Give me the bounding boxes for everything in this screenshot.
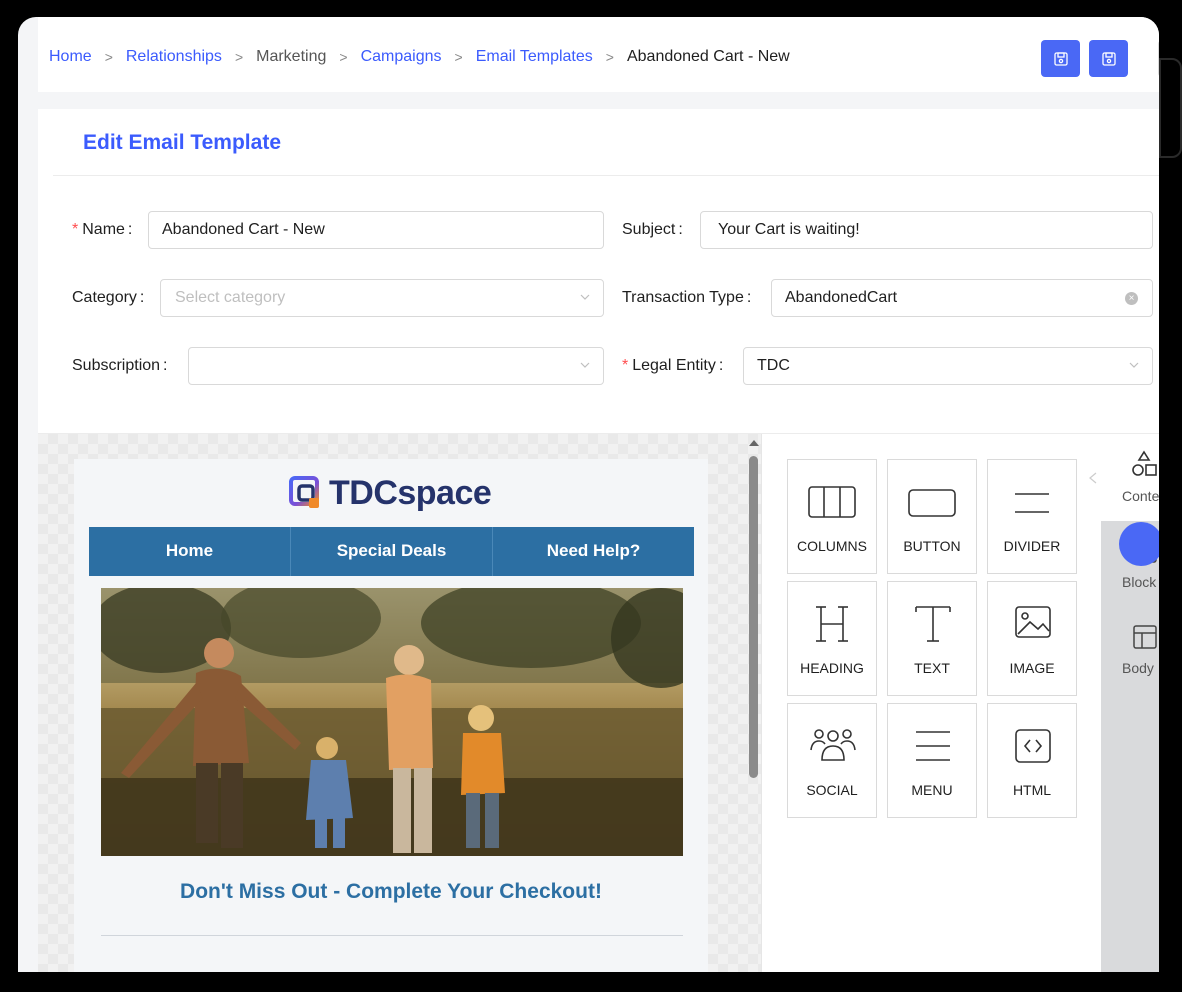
help-chat-button[interactable] bbox=[1119, 522, 1159, 566]
subscription-select[interactable] bbox=[188, 347, 604, 385]
email-body[interactable]: TDCspace Home Special Deals Need Help? D… bbox=[74, 459, 708, 972]
chevron-down-icon bbox=[580, 294, 590, 300]
edit-template-card: Edit Email Template * Name: Abandoned Car… bbox=[38, 109, 1159, 972]
transaction-type-select[interactable]: AbandonedCart × bbox=[771, 279, 1153, 317]
rail-tab-content[interactable]: Conte bbox=[1101, 434, 1159, 521]
subject-field[interactable]: Your Cart is waiting! bbox=[700, 211, 1153, 249]
save-icon bbox=[1101, 51, 1116, 66]
tool-social[interactable]: SOCIAL bbox=[787, 703, 877, 818]
transaction-type-label: Transaction Type: bbox=[622, 289, 752, 306]
rail-label-content: Conte bbox=[1122, 488, 1159, 504]
tool-image[interactable]: IMAGE bbox=[987, 581, 1077, 696]
menu-icon bbox=[916, 731, 950, 761]
email-editor: TDCspace Home Special Deals Need Help? D… bbox=[38, 433, 1159, 972]
chevron-left-icon[interactable] bbox=[1087, 472, 1099, 484]
email-logo[interactable]: TDCspace bbox=[287, 471, 492, 515]
editor-side-rail: Conte Block Body bbox=[1101, 434, 1159, 972]
save-as-button[interactable] bbox=[1089, 40, 1128, 77]
breadcrumb-separator: > bbox=[339, 49, 348, 65]
breadcrumb-current: Abandoned Cart - New bbox=[626, 48, 790, 65]
app-screen: Home > Relationships > Marketing > Campa… bbox=[18, 17, 1159, 972]
button-icon bbox=[908, 489, 956, 517]
page-title: Edit Email Template bbox=[83, 131, 281, 154]
subject-label: Subject: bbox=[622, 221, 683, 238]
tool-columns[interactable]: COLUMNS bbox=[787, 459, 877, 574]
breadcrumb-home[interactable]: Home bbox=[49, 48, 92, 66]
transaction-type-value: AbandonedCart bbox=[785, 289, 898, 306]
required-mark: * bbox=[72, 221, 79, 238]
heading-icon bbox=[816, 606, 848, 642]
tool-label: SOCIAL bbox=[806, 782, 858, 798]
text-icon bbox=[915, 606, 951, 642]
social-icon bbox=[810, 729, 856, 761]
logo-icon bbox=[289, 476, 319, 508]
email-nav-menu[interactable]: Home Special Deals Need Help? bbox=[89, 527, 694, 576]
email-headline[interactable]: Don't Miss Out - Complete Your Checkout! bbox=[74, 880, 708, 904]
email-divider bbox=[101, 935, 683, 936]
tool-label: BUTTON bbox=[903, 538, 961, 554]
tool-menu[interactable]: MENU bbox=[887, 703, 977, 818]
breadcrumb-campaigns[interactable]: Campaigns bbox=[361, 48, 442, 66]
tool-divider[interactable]: DIVIDER bbox=[987, 459, 1077, 574]
email-nav-home[interactable]: Home bbox=[89, 527, 291, 576]
category-select[interactable]: Select category bbox=[160, 279, 604, 317]
breadcrumb-email-templates[interactable]: Email Templates bbox=[476, 48, 593, 66]
legal-entity-label: * Legal Entity: bbox=[622, 357, 724, 374]
breadcrumb-separator: > bbox=[234, 49, 244, 65]
save-button[interactable] bbox=[1041, 40, 1080, 77]
save-icon bbox=[1053, 51, 1068, 66]
rail-label-blocks: Block bbox=[1122, 574, 1157, 590]
tool-label: DIVIDER bbox=[1003, 538, 1061, 554]
tool-label: TEXT bbox=[914, 660, 950, 676]
tool-html[interactable]: HTML bbox=[987, 703, 1077, 818]
scroll-up-arrow-icon[interactable] bbox=[749, 440, 759, 446]
category-placeholder: Select category bbox=[175, 289, 286, 306]
body-layout-icon bbox=[1133, 625, 1157, 649]
breadcrumb-separator: > bbox=[454, 49, 463, 65]
name-label: * Name: bbox=[72, 221, 133, 238]
required-mark: * bbox=[622, 357, 629, 374]
tool-heading[interactable]: HEADING bbox=[787, 581, 877, 696]
image-icon bbox=[1015, 606, 1051, 638]
email-canvas[interactable]: TDCspace Home Special Deals Need Help? D… bbox=[38, 434, 761, 972]
breadcrumb-bar: Home > Relationships > Marketing > Campa… bbox=[38, 17, 1159, 92]
tool-label: COLUMNS bbox=[796, 538, 867, 554]
hero-image[interactable] bbox=[101, 588, 683, 856]
scrollbar-thumb[interactable] bbox=[749, 456, 758, 778]
email-nav-special-deals[interactable]: Special Deals bbox=[291, 527, 493, 576]
legal-entity-select[interactable]: TDC bbox=[743, 347, 1153, 385]
logo-text: TDCspace bbox=[329, 473, 492, 512]
shapes-icon bbox=[1132, 450, 1157, 476]
device-frame: Home > Relationships > Marketing > Campa… bbox=[0, 0, 1182, 992]
tool-button[interactable]: BUTTON bbox=[887, 459, 977, 574]
more-actions-button[interactable]: ·· bbox=[1158, 40, 1159, 77]
breadcrumb: Home > Relationships > Marketing > Campa… bbox=[49, 48, 790, 66]
html-icon bbox=[1015, 729, 1051, 763]
clear-icon[interactable]: × bbox=[1125, 292, 1138, 305]
category-label: Category: bbox=[72, 289, 145, 306]
card-divider bbox=[53, 175, 1159, 176]
breadcrumb-separator: > bbox=[104, 49, 113, 65]
tool-label: MENU bbox=[911, 782, 953, 798]
chevron-down-icon bbox=[580, 362, 590, 368]
content-tools-panel: COLUMNS BUTTON DIVIDER HEADING TEXT IMAG… bbox=[761, 434, 1101, 972]
canvas-scrollbar[interactable] bbox=[746, 434, 761, 972]
subscription-label: Subscription: bbox=[72, 357, 168, 374]
email-nav-need-help[interactable]: Need Help? bbox=[493, 527, 694, 576]
legal-entity-value: TDC bbox=[757, 357, 790, 374]
chevron-down-icon bbox=[1129, 362, 1139, 368]
breadcrumb-separator: > bbox=[605, 49, 614, 65]
breadcrumb-marketing: Marketing bbox=[256, 48, 327, 65]
tool-label: HEADING bbox=[800, 660, 864, 676]
family-photo bbox=[101, 588, 683, 856]
tool-text[interactable]: TEXT bbox=[887, 581, 977, 696]
name-field[interactable]: Abandoned Cart - New bbox=[148, 211, 604, 249]
tool-label: HTML bbox=[1012, 782, 1052, 798]
device-side-tab bbox=[1159, 58, 1182, 158]
breadcrumb-relationships[interactable]: Relationships bbox=[126, 48, 222, 66]
rail-label-body: Body bbox=[1122, 660, 1154, 676]
columns-icon bbox=[808, 486, 856, 518]
tool-label: IMAGE bbox=[1009, 660, 1055, 676]
divider-icon bbox=[1015, 493, 1049, 513]
